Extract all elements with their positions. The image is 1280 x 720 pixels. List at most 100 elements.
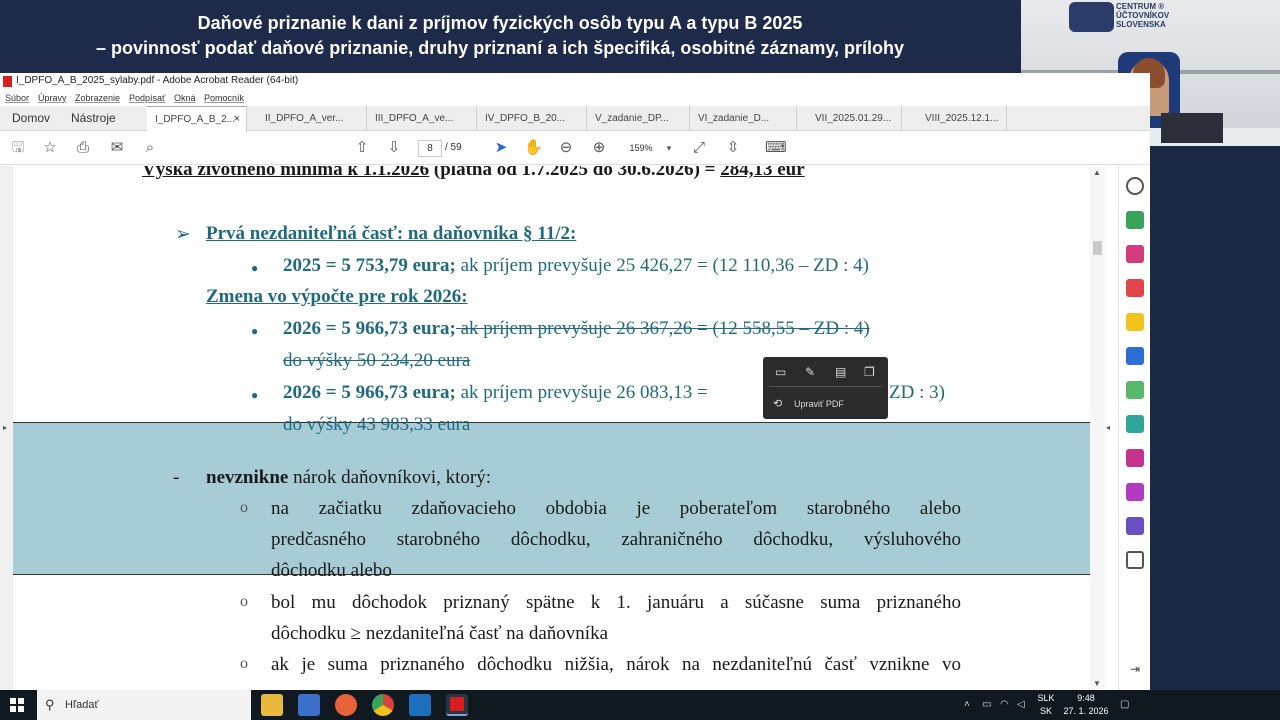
- windows-taskbar: ⚲ Hľadať ˄ ▭ ◠ ◁ SLK SK 9:48 27. 1. 2026…: [0, 690, 1280, 720]
- document-viewport[interactable]: Výška životného minima k 1.1.2026 (platn…: [0, 166, 1105, 690]
- right-panel-collapse-icon[interactable]: ◂: [1106, 423, 1110, 432]
- nevznikne-bold: nevznikne: [206, 467, 289, 488]
- menu-bar: Súbor Úpravy Zobrazenie Podpísať Okná Po…: [0, 90, 1150, 106]
- menu-edit[interactable]: Úpravy: [38, 93, 67, 103]
- bullet-dot: ●: [251, 324, 259, 338]
- edit-pdf-icon[interactable]: [1126, 483, 1144, 501]
- scan-ocr-icon[interactable]: [1126, 415, 1144, 433]
- zoom-in-icon[interactable]: ⊕: [590, 139, 608, 157]
- print-icon[interactable]: ⎙: [74, 139, 92, 157]
- zoom-out-icon[interactable]: ⊖: [557, 139, 575, 157]
- page-number-input[interactable]: 8: [418, 140, 442, 157]
- email-icon[interactable]: ✉: [108, 139, 126, 157]
- next-page-icon[interactable]: ⇩: [385, 139, 403, 157]
- line-2026-new-tail: ZD : 3): [889, 382, 945, 403]
- menu-sign[interactable]: Podpísať: [129, 93, 165, 103]
- menu-help[interactable]: Pomocník: [204, 93, 244, 103]
- quick-actions-popup: ▭ ✎ ▤ ❐ ⟲ Upraviť PDF: [763, 357, 888, 419]
- bullet-dot: ●: [251, 261, 259, 275]
- company-logo-text: CENTRUM ® ÚČTOVNÍKOV SLOVENSKA: [1116, 2, 1170, 29]
- scroll-mode-icon[interactable]: ⇳: [724, 139, 742, 157]
- outlook-icon[interactable]: [409, 694, 431, 716]
- stamp-icon[interactable]: ▤: [835, 365, 846, 379]
- tab-home[interactable]: Domov: [12, 111, 50, 125]
- close-tab-icon[interactable]: ×: [234, 113, 240, 125]
- scroll-up-icon[interactable]: ▲: [1093, 168, 1101, 177]
- acrobat-taskbar-icon[interactable]: [446, 694, 468, 716]
- fill-sign-icon[interactable]: [1126, 449, 1144, 467]
- notifications-icon[interactable]: ▢: [1120, 699, 1129, 710]
- minimum-subsistence-heading: Výška životného minima k 1.1.2026 (platn…: [142, 166, 805, 181]
- tab-document-5[interactable]: V_zadanie_DP...: [587, 106, 690, 131]
- system-clock[interactable]: 9:48 27. 1. 2026: [1058, 693, 1114, 716]
- language-code-bottom: SK: [1039, 706, 1052, 716]
- chrome-icon[interactable]: [372, 694, 394, 716]
- compress-pdf-icon[interactable]: [1126, 381, 1144, 399]
- request-signature-icon[interactable]: [1126, 517, 1144, 535]
- line-2026-old: 2026 = 5 966,73 eura; ak príjem prevyšuj…: [283, 318, 870, 340]
- window-title: I_DPFO_A_B_2025_sylaby.pdf - Adobe Acrob…: [16, 75, 299, 86]
- clock-date: 27. 1. 2026: [1063, 706, 1109, 716]
- create-pdf-icon[interactable]: [1126, 279, 1144, 297]
- zoom-level-dropdown[interactable]: 159%: [621, 140, 661, 157]
- search-icon: ⚲: [45, 697, 55, 712]
- tab-document-8[interactable]: VIII_2025.12.1...: [917, 106, 1007, 131]
- line-2026-old-limit: do výšky 50 234,20 eura: [283, 350, 471, 371]
- save-app-icon[interactable]: [298, 694, 320, 716]
- select-cursor-icon[interactable]: ➤: [492, 139, 510, 157]
- menu-window[interactable]: Okná: [174, 93, 196, 103]
- bookmark-star-icon[interactable]: ☆: [41, 139, 59, 157]
- clock-time: 9:48: [1077, 693, 1095, 703]
- bullet-dot: ●: [251, 388, 259, 402]
- hand-tool-icon[interactable]: ✋: [524, 139, 543, 157]
- more-tools-panel-icon[interactable]: [1126, 551, 1144, 569]
- wifi-icon[interactable]: ◠: [1000, 699, 1009, 710]
- page-total: / 59: [445, 142, 462, 153]
- keyboard-language[interactable]: SLK SK: [1034, 693, 1058, 716]
- fit-page-icon[interactable]: ⤢: [690, 139, 708, 157]
- menu-view[interactable]: Zobrazenie: [75, 93, 120, 103]
- tab-document-1[interactable]: I_DPFO_A_B_2... ×: [147, 106, 247, 132]
- tab-document-3[interactable]: III_DPFO_A_ve...: [367, 106, 477, 131]
- zoom-tool-icon[interactable]: [1126, 177, 1144, 195]
- tray-chevron-up-icon[interactable]: ˄: [964, 699, 970, 710]
- tab-tools[interactable]: Nástroje: [71, 111, 116, 125]
- windows-start-icon[interactable]: [10, 698, 24, 712]
- tab-document-2[interactable]: II_DPFO_A_ver...: [257, 106, 367, 131]
- tab-document-4[interactable]: IV_DPFO_B_20...: [477, 106, 587, 131]
- pencil-icon[interactable]: ✎: [805, 365, 815, 379]
- save-icon[interactable]: 🖫: [9, 139, 27, 157]
- item2-line1: bol mu dôchodok priznaný spätne k 1. jan…: [271, 592, 961, 613]
- export-pdf-icon[interactable]: [1126, 211, 1144, 229]
- tab-document-6[interactable]: VI_zadanie_D...: [690, 106, 797, 131]
- taskbar-search-box[interactable]: ⚲ Hľadať: [37, 690, 251, 720]
- comment-bubble-icon[interactable]: ▭: [775, 365, 786, 379]
- search-icon[interactable]: ⌕: [141, 139, 159, 157]
- left-panel-expand-icon[interactable]: ▸: [3, 423, 7, 432]
- combine-files-icon[interactable]: [1126, 347, 1144, 365]
- line-2026-old-amount: 2026 = 5 966,73 eura;: [283, 318, 456, 339]
- firefox-icon[interactable]: [335, 694, 357, 716]
- volume-icon[interactable]: ◁: [1017, 699, 1025, 710]
- scroll-thumb[interactable]: [1093, 241, 1102, 255]
- tab-document-4-label: IV_DPFO_B_20...: [485, 113, 566, 124]
- vertical-scrollbar[interactable]: ▲ ▼: [1090, 166, 1105, 690]
- battery-icon[interactable]: ▭: [982, 699, 991, 710]
- menu-file[interactable]: Súbor: [5, 93, 29, 103]
- previous-page-icon[interactable]: ⇧: [353, 139, 371, 157]
- collapse-panel-icon[interactable]: ⇥: [1126, 662, 1144, 680]
- comment-icon[interactable]: [1126, 313, 1144, 331]
- chevron-down-icon[interactable]: ▾: [660, 139, 678, 157]
- file-explorer-icon[interactable]: [261, 694, 283, 716]
- copy-icon[interactable]: ❐: [864, 365, 875, 379]
- tab-document-7[interactable]: VII_2025.01.29...: [807, 106, 902, 131]
- edit-pdf-button[interactable]: Upraviť PDF: [794, 399, 844, 409]
- item3-line1: ak je suma priznaného dôchodku nižšia, n…: [271, 654, 961, 675]
- more-tools-icon[interactable]: ⌨: [765, 139, 787, 157]
- line-2026-new: 2026 = 5 966,73 eura; ak príjem prevyšuj…: [283, 382, 708, 404]
- organize-pages-icon[interactable]: [1126, 245, 1144, 263]
- tab-document-7-label: VII_2025.01.29...: [815, 113, 892, 124]
- circle-bullet: o: [240, 655, 248, 672]
- scroll-down-icon[interactable]: ▼: [1093, 679, 1101, 688]
- banner-title-line2: – povinnosť podať daňové priznanie, druh…: [95, 38, 905, 58]
